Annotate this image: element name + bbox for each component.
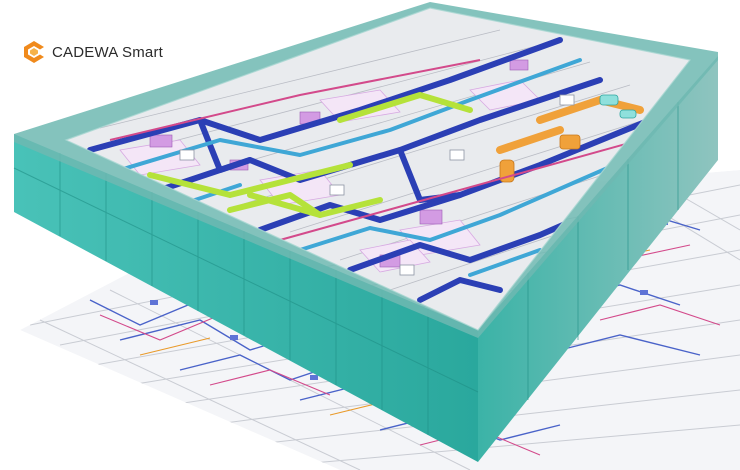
bim-building-model <box>13 2 740 470</box>
brand-logo: CADEWA Smart <box>22 40 163 64</box>
cadewa-logo-icon <box>24 41 44 63</box>
brand-name: CADEWA Smart <box>52 43 164 61</box>
